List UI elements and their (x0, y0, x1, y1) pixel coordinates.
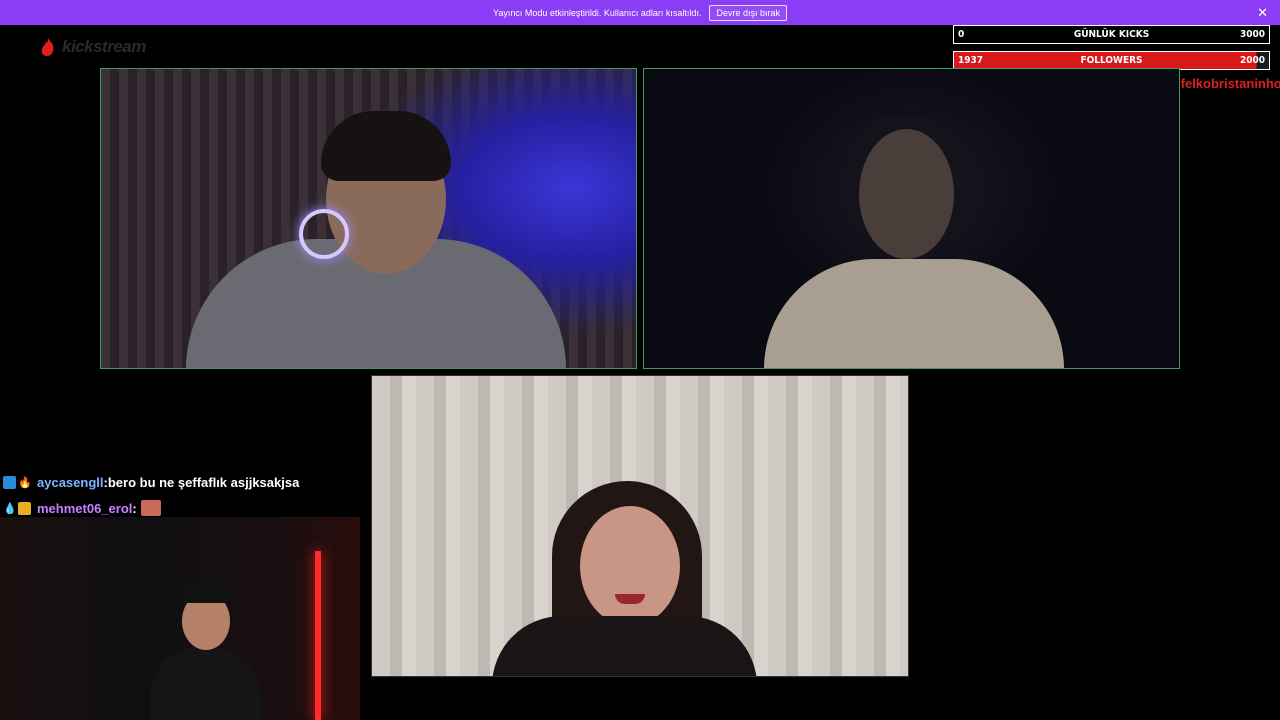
video-tile-1[interactable] (100, 68, 637, 369)
droplet-badge-icon: 💧 (3, 502, 17, 515)
kicks-label: GÜNLÜK KICKS (1073, 29, 1150, 40)
kicks-current: 0 (958, 29, 965, 40)
streamer-mode-banner: Yayıncı Modu etkinleştirildi. Kullanıcı … (0, 0, 1280, 25)
participant-silhouette (492, 616, 757, 676)
moderator-badge-icon (3, 475, 16, 489)
streamer-cap (178, 579, 234, 603)
chat-message: 🔥 aycasengll : bero bu ne şeffaflık asjj… (3, 469, 299, 495)
chat-overlay: 🔥 aycasengll : bero bu ne şeffaflık asjj… (3, 469, 299, 521)
kicks-goal: 3000 (1239, 29, 1265, 40)
stream-logo: kickstream (38, 37, 146, 57)
participant-head (580, 506, 680, 626)
banner-text: Yayıncı Modu etkinleştirildi. Kullanıcı … (493, 7, 702, 18)
chat-separator: : (132, 500, 137, 516)
participant-head (859, 129, 954, 259)
streamer-webcam (0, 517, 360, 720)
headset-icon (299, 209, 349, 259)
crown-badge-icon (18, 501, 31, 515)
close-icon[interactable]: ✕ (1257, 5, 1268, 21)
followers-goal: 2000 (1239, 55, 1265, 66)
chat-username[interactable]: mehmet06_erol (37, 501, 132, 516)
participant-hair (321, 111, 451, 181)
streamer-silhouette (150, 647, 260, 720)
video-tile-2[interactable] (643, 68, 1180, 369)
emote-icon (140, 500, 161, 516)
participant-silhouette (764, 259, 1064, 368)
chat-username[interactable]: aycasengll (37, 475, 104, 490)
video-tile-3[interactable] (371, 375, 909, 677)
disable-streamer-mode-button[interactable]: Devre dışı bırak (709, 4, 787, 21)
chat-text: bero bu ne şeffaflık asjjksakjsa (107, 474, 300, 490)
followers-label: FOLLOWERS (1080, 55, 1143, 66)
followers-current: 1937 (958, 55, 984, 66)
flame-icon (41, 38, 54, 56)
led-light-strip (315, 551, 321, 720)
daily-kicks-goal-bar: 0 GÜNLÜK KICKS 3000 (953, 25, 1270, 44)
fire-badge-icon: 🔥 (18, 476, 32, 489)
logo-text: kickstream (62, 37, 146, 56)
